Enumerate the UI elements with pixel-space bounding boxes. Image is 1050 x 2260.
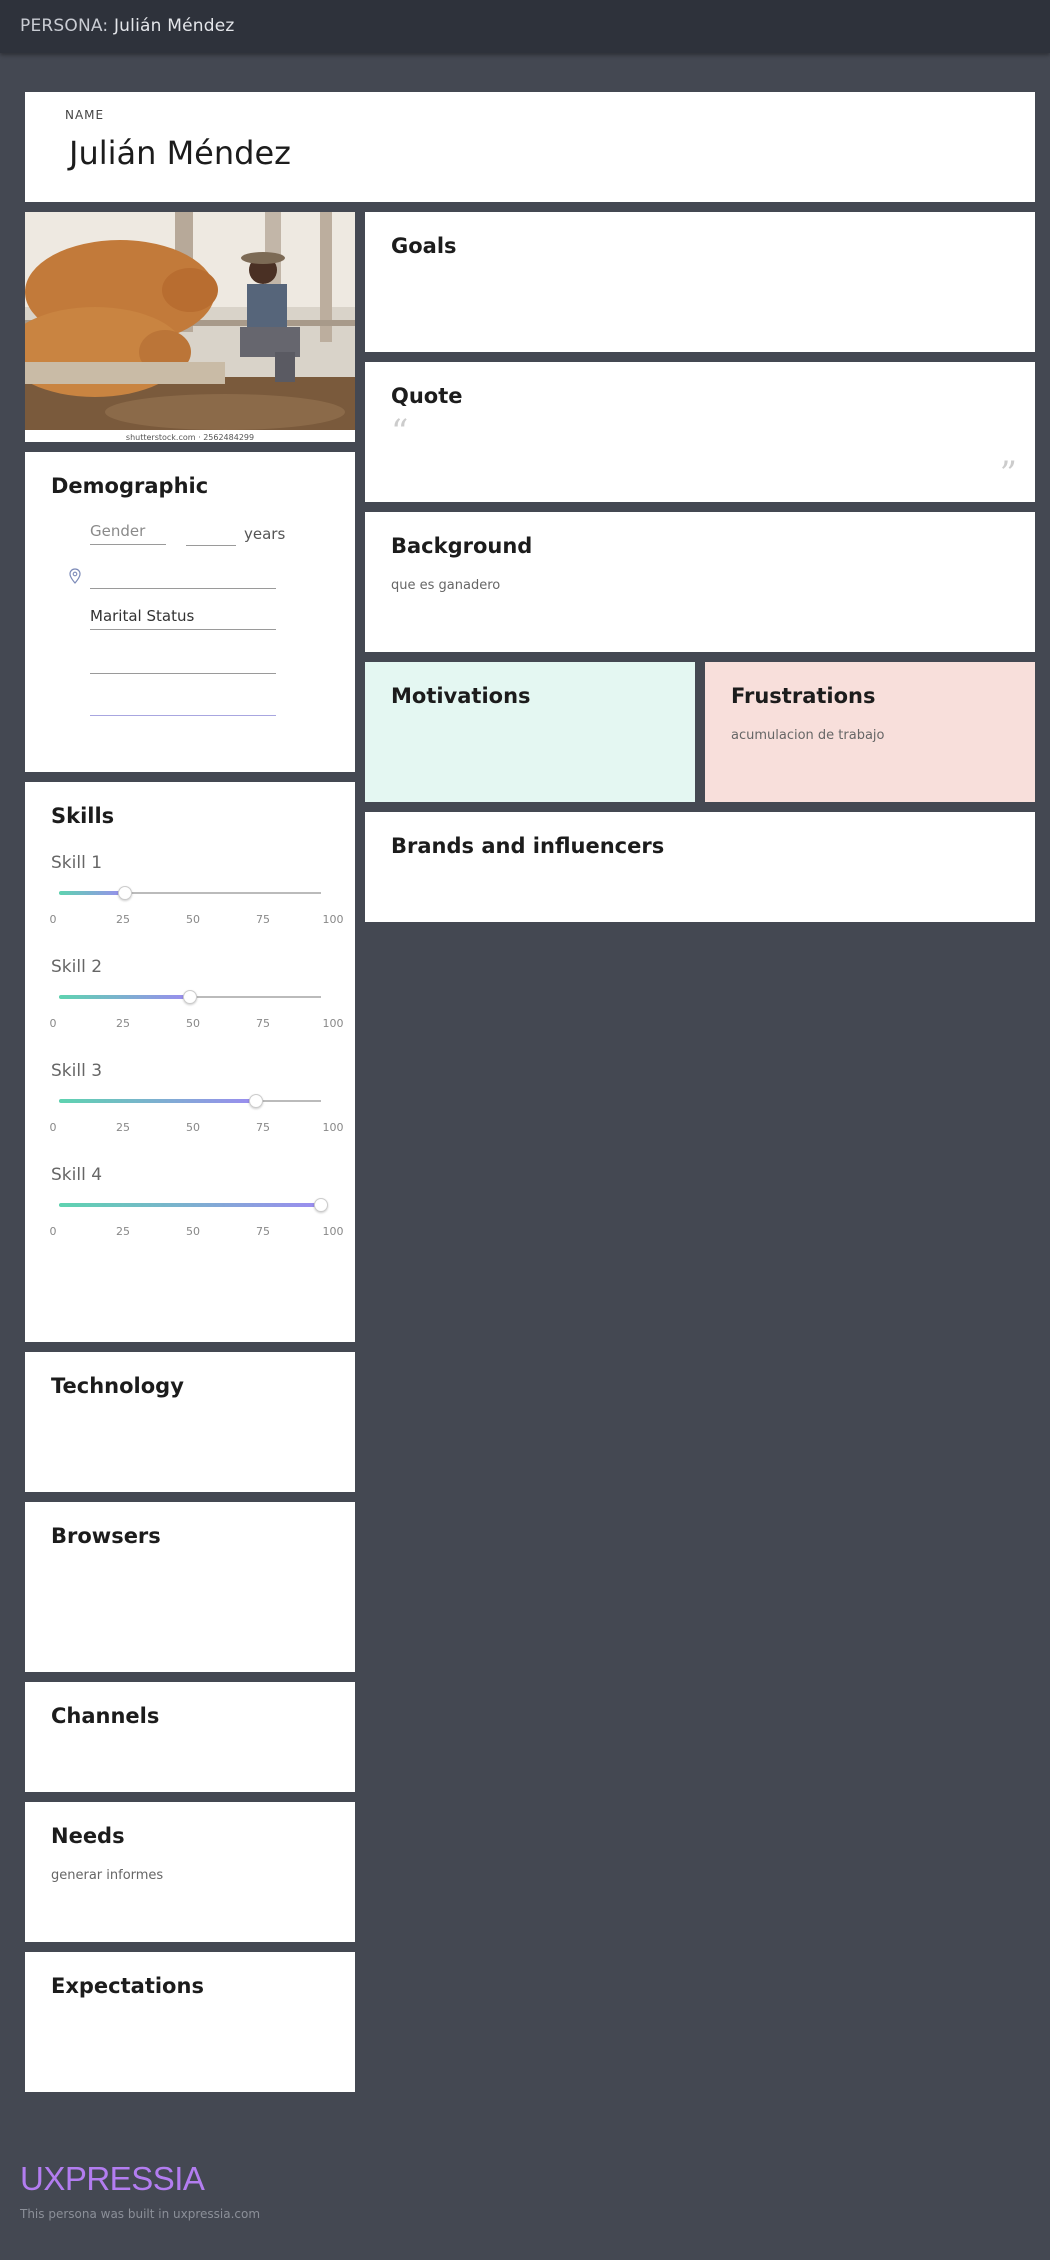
skill-row: Skill 1 0 25 50 75 100 <box>49 853 344 943</box>
skills-title: Skills <box>51 804 115 828</box>
tick-label: 0 <box>49 1017 57 1030</box>
skill-name[interactable]: Skill 1 <box>51 853 102 873</box>
skill-slider[interactable] <box>59 1094 321 1108</box>
skill-row: Skill 3 0 25 50 75 100 <box>49 1061 344 1151</box>
tick-label: 75 <box>256 1121 270 1134</box>
frustrations-title: Frustrations <box>731 684 876 708</box>
tick-label: 25 <box>116 1225 130 1238</box>
skill-row: Skill 2 0 25 50 75 100 <box>49 957 344 1047</box>
extra-field-1[interactable] <box>90 650 276 674</box>
quote-open-icon: “ <box>391 412 409 452</box>
skill-slider-fill <box>59 1099 256 1103</box>
tick-label: 75 <box>256 913 270 926</box>
skill-name[interactable]: Skill 2 <box>51 957 102 977</box>
tick-label: 75 <box>256 1225 270 1238</box>
frustrations-text[interactable]: acumulacion de trabajo <box>731 728 885 743</box>
name-card: NAME Julián Méndez <box>25 92 1035 202</box>
skills-card: Skills Skill 1 0 25 50 75 100 Skill 2 0 … <box>25 782 355 1342</box>
expectations-title: Expectations <box>51 1974 204 1998</box>
tick-label: 25 <box>116 1017 130 1030</box>
name-value[interactable]: Julián Méndez <box>69 134 291 172</box>
needs-title: Needs <box>51 1824 125 1848</box>
needs-card: Needs generar informes <box>25 1802 355 1942</box>
skill-slider[interactable] <box>59 1198 328 1212</box>
brands-card: Brands and influencers <box>365 812 1035 922</box>
skill-slider-thumb[interactable] <box>117 886 132 900</box>
tick-label: 0 <box>49 1225 57 1238</box>
skill-ticks: 0 25 50 75 100 <box>49 1121 344 1135</box>
channels-title: Channels <box>51 1704 160 1728</box>
quote-close-icon: ” <box>999 454 1017 494</box>
quote-card: Quote “ ” <box>365 362 1035 502</box>
skill-ticks: 0 25 50 75 100 <box>49 1225 344 1239</box>
persona-prefix: PERSONA: <box>20 16 109 36</box>
tick-label: 50 <box>186 913 200 926</box>
tick-label: 100 <box>322 913 344 926</box>
tick-label: 0 <box>49 913 57 926</box>
persona-title-name: Julián Méndez <box>113 16 235 36</box>
needs-text[interactable]: generar informes <box>51 1868 163 1883</box>
skill-slider-thumb[interactable] <box>183 990 197 1004</box>
skill-slider[interactable] <box>59 886 321 900</box>
footer-note: This persona was built in uxpressia.com <box>20 2207 261 2221</box>
tick-label: 50 <box>186 1121 200 1134</box>
years-label: years <box>244 525 286 543</box>
tick-label: 25 <box>116 1121 130 1134</box>
persona-photo[interactable]: shutterstock.com · 2562484299 <box>25 212 355 442</box>
brands-title: Brands and influencers <box>391 834 665 858</box>
marital-status-field[interactable]: Marital Status <box>90 607 276 630</box>
skill-ticks: 0 25 50 75 100 <box>49 913 344 927</box>
location-field[interactable] <box>90 565 276 589</box>
motivations-title: Motivations <box>391 684 531 708</box>
demographic-title: Demographic <box>51 474 209 498</box>
background-title: Background <box>391 534 533 558</box>
uxpressia-logo[interactable]: UXPRESSIA <box>20 2160 205 2198</box>
gender-field[interactable]: Gender <box>90 522 166 545</box>
skill-ticks: 0 25 50 75 100 <box>49 1017 344 1031</box>
technology-title: Technology <box>51 1374 184 1398</box>
browsers-card: Browsers <box>25 1502 355 1672</box>
channels-card: Channels <box>25 1682 355 1792</box>
background-text[interactable]: que es ganadero <box>391 578 500 593</box>
tick-label: 100 <box>322 1225 344 1238</box>
tick-label: 50 <box>186 1017 200 1030</box>
demographic-card: Demographic Gender years Marital Status <box>25 452 355 772</box>
background-card: Background que es ganadero <box>365 512 1035 652</box>
motivations-card: Motivations <box>365 662 695 802</box>
tick-label: 25 <box>116 913 130 926</box>
frustrations-card: Frustrations acumulacion de trabajo <box>705 662 1035 802</box>
tick-label: 0 <box>49 1121 57 1134</box>
name-label: NAME <box>65 108 105 122</box>
skill-row: Skill 4 0 25 50 75 100 <box>49 1165 344 1255</box>
skill-slider[interactable] <box>59 990 321 1004</box>
persona-title: PERSONA: Julián Méndez <box>20 16 234 36</box>
tick-label: 100 <box>322 1121 344 1134</box>
goals-card: Goals <box>365 212 1035 352</box>
skill-slider-fill <box>59 891 125 895</box>
extra-field-2[interactable] <box>90 692 276 716</box>
expectations-card: Expectations <box>25 1952 355 2092</box>
skill-slider-fill <box>59 995 190 999</box>
top-bar: PERSONA: Julián Méndez <box>0 0 1050 53</box>
skill-slider-fill <box>59 1203 321 1207</box>
tick-label: 100 <box>322 1017 344 1030</box>
skill-slider-thumb[interactable] <box>248 1094 263 1108</box>
skill-name[interactable]: Skill 3 <box>51 1061 102 1081</box>
browsers-title: Browsers <box>51 1524 161 1548</box>
farmer-with-cows-image: shutterstock.com · 2562484299 <box>25 212 355 442</box>
location-pin-icon <box>69 568 81 584</box>
photo-watermark: shutterstock.com · 2562484299 <box>126 433 254 442</box>
skill-name[interactable]: Skill 4 <box>51 1165 102 1185</box>
tick-label: 50 <box>186 1225 200 1238</box>
skill-slider-thumb[interactable] <box>314 1198 328 1212</box>
technology-card: Technology <box>25 1352 355 1492</box>
goals-title: Goals <box>391 234 457 258</box>
age-field[interactable] <box>186 522 236 546</box>
quote-title: Quote <box>391 384 463 408</box>
tick-label: 75 <box>256 1017 270 1030</box>
